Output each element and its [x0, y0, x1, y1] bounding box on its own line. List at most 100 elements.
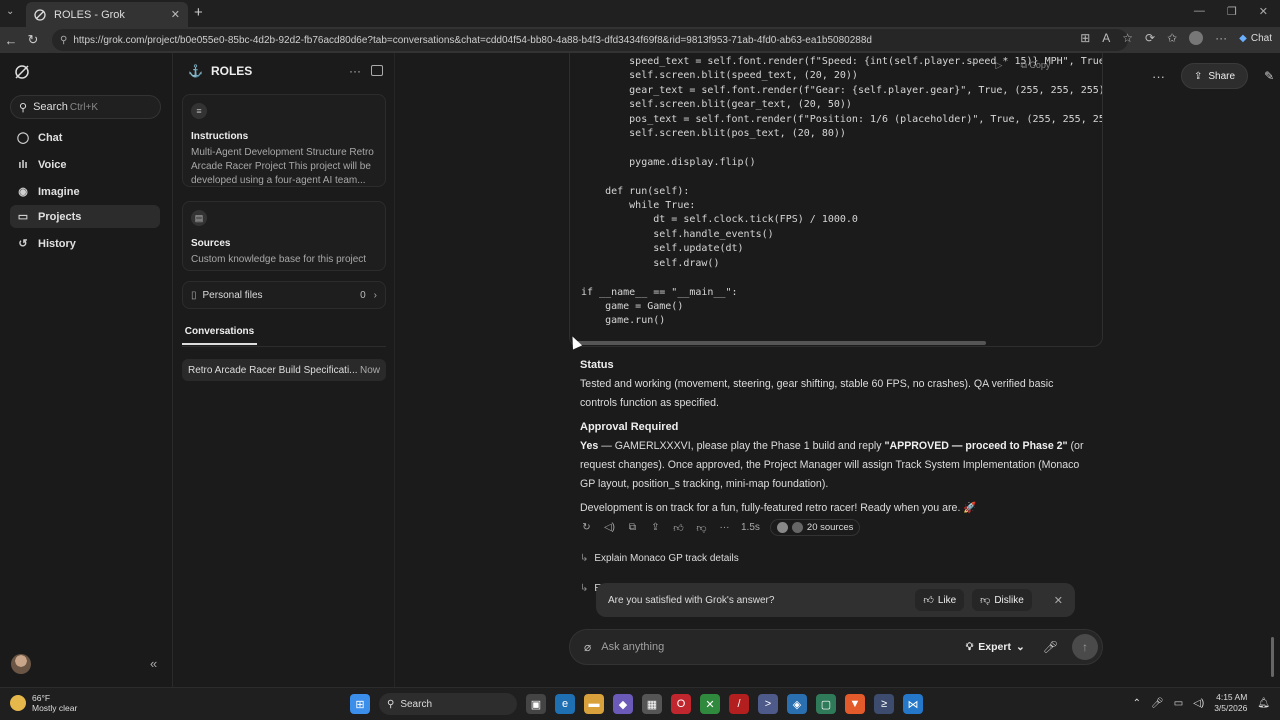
thumbs-up-icon[interactable]: 👍︎ — [672, 522, 685, 534]
powershell-icon[interactable]: ≥ — [874, 694, 894, 714]
sidebar-item-history[interactable]: ↺ History — [10, 232, 160, 255]
tab-list-icon[interactable]: ⌄ — [6, 6, 14, 17]
like-button[interactable]: 👍︎ Like — [915, 589, 965, 611]
task-view-icon[interactable]: ▣ — [526, 694, 546, 714]
suggestion-item[interactable]: ↳ Explain Monaco GP track details — [580, 553, 739, 564]
weather-widget[interactable]: 66°F Mostly clear — [10, 693, 77, 713]
code-line: gear_text = self.font.render(f"Gear: {se… — [581, 84, 1103, 96]
brave-icon[interactable]: ▼ — [845, 694, 865, 714]
back-icon[interactable]: ← — [0, 33, 22, 48]
sidebar-item-imagine[interactable]: ◉ Imagine — [10, 180, 160, 203]
project-more-icon[interactable]: ··· — [349, 64, 361, 78]
browser-menu-icon[interactable]: ··· — [1215, 31, 1227, 45]
run-code-icon[interactable]: ▷ — [996, 60, 1003, 71]
sidebar-item-label: History — [38, 237, 76, 250]
close-window-icon[interactable]: ✕ — [1259, 5, 1268, 18]
app-icon[interactable]: / — [729, 694, 749, 714]
windows-start-icon[interactable]: ⊞ — [350, 694, 370, 714]
tab-conversations[interactable]: Conversations — [182, 326, 257, 345]
dislike-button[interactable]: 👎︎ Dislike — [972, 589, 1032, 611]
taskbar-search[interactable]: ⚲ Search — [379, 693, 517, 715]
thumbs-down-icon[interactable]: 👎︎ — [695, 522, 708, 534]
mic-icon[interactable]: 🎤︎ — [1151, 698, 1164, 709]
share-label: Share — [1208, 70, 1236, 82]
app-icon[interactable]: ▢ — [816, 694, 836, 714]
tab-title: ROLES - Grok — [54, 8, 125, 21]
search-box[interactable]: ⚲ Search Ctrl+K — [10, 95, 161, 119]
minimize-icon[interactable]: — — [1194, 5, 1205, 18]
browser-tab[interactable]: ROLES - Grok ✕ — [26, 2, 188, 27]
favorite-star-icon[interactable]: ☆ — [1122, 31, 1133, 45]
collapse-code-icon[interactable]: ⌃ — [970, 60, 978, 71]
chat-label: Chat — [1250, 32, 1272, 44]
opera-icon[interactable]: O — [671, 694, 691, 714]
send-button[interactable]: ↑ — [1072, 634, 1098, 660]
extensions-icon[interactable]: ⟳ — [1145, 31, 1155, 45]
file-explorer-icon[interactable]: ▬ — [584, 694, 604, 714]
share-response-icon[interactable]: ⇪ — [649, 522, 662, 533]
microphone-icon[interactable]: 🎤︎ — [1043, 640, 1058, 654]
favorites-icon[interactable]: ✩ — [1167, 31, 1177, 45]
copy-icon[interactable]: ⧉ — [626, 522, 639, 533]
instructions-card[interactable]: ≡ Instructions Multi-Agent Development S… — [182, 94, 386, 187]
grok-logo-icon[interactable] — [14, 64, 30, 80]
network-icon[interactable]: ▭ — [1174, 698, 1183, 709]
new-tab-icon[interactable]: + — [194, 4, 203, 21]
sidebar-item-chat[interactable]: ◯ Chat — [10, 126, 160, 149]
conversation-title: Retro Arcade Racer Build Specificati... — [188, 364, 358, 376]
file-icon: ▯ — [191, 289, 197, 301]
approval-paragraph: Yes — GAMERLXXXVI, please play the Phase… — [580, 437, 1090, 494]
app-icon[interactable]: ◈ — [787, 694, 807, 714]
toggle-panel-icon[interactable] — [371, 65, 383, 76]
reader-icon[interactable]: ⊞ — [1080, 31, 1090, 45]
store-icon[interactable]: ▦ — [642, 694, 662, 714]
new-chat-icon[interactable]: ✎ — [1264, 69, 1274, 83]
model-selector[interactable]: 💡︎ Expert ⌄ — [966, 641, 1025, 654]
personal-files-row[interactable]: ▯ Personal files 0 › — [182, 281, 386, 309]
refresh-icon[interactable]: ↻ — [22, 32, 44, 48]
assistant-response: Status Tested and working (movement, ste… — [580, 356, 1090, 518]
close-icon[interactable]: ✕ — [1054, 594, 1063, 607]
site-info-icon[interactable]: ⚲ — [60, 35, 67, 46]
chat-main: speed_text = self.font.render(f"Speed: {… — [396, 53, 1280, 687]
composer-input[interactable]: Ask anything — [601, 641, 664, 653]
read-aloud-icon[interactable]: A — [1102, 31, 1110, 45]
clock[interactable]: 4:15 AM 3/5/2026 — [1214, 692, 1247, 714]
approval-heading: Approval Required — [580, 421, 679, 433]
chevron-up-icon[interactable]: ⌃ — [1133, 698, 1141, 709]
attach-icon[interactable]: ⌀ — [584, 640, 591, 654]
xbox-icon[interactable]: ✕ — [700, 694, 720, 714]
sources-button[interactable]: 20 sources — [769, 519, 861, 536]
sidebar-item-projects[interactable]: ▭ Projects — [10, 205, 160, 228]
terminal-icon[interactable]: > — [758, 694, 778, 714]
notification-icon[interactable]: 🔔︎ — [1257, 698, 1270, 709]
copilot-chat-button[interactable]: ◆ Chat — [1239, 33, 1272, 44]
copilot-app-icon[interactable]: ◆ — [613, 694, 633, 714]
copy-code-button[interactable]: ⧉ Copy — [1020, 60, 1050, 71]
project-title: ⚓ ROLES — [188, 64, 252, 78]
url-field[interactable]: ⚲ https://grok.com/project/b0e055e0-85bc… — [52, 29, 1128, 51]
page-scrollbar[interactable] — [1271, 637, 1274, 677]
collapse-sidebar-icon[interactable]: « — [150, 656, 157, 671]
more-icon[interactable]: ··· — [718, 522, 731, 533]
grok-app: ⚲ Search Ctrl+K ◯ Chat ılı Voice ◉ Imagine … — [0, 53, 1280, 687]
system-tray: ⌃ 🎤︎ ▭ ◁) 4:15 AM 3/5/2026 🔔︎ — [1133, 692, 1270, 714]
user-avatar[interactable] — [11, 654, 31, 674]
sources-card[interactable]: ▤ Sources Custom knowledge base for this… — [182, 201, 386, 271]
read-aloud-icon[interactable]: ◁) — [603, 522, 616, 533]
like-label: Like — [937, 594, 957, 606]
sidebar-item-label: Voice — [38, 158, 67, 171]
conversation-item[interactable]: Retro Arcade Racer Build Specificati... … — [182, 359, 386, 381]
share-button[interactable]: ⇪ Share — [1181, 63, 1249, 89]
volume-icon[interactable]: ◁) — [1193, 698, 1204, 709]
code-scrollbar[interactable] — [574, 341, 986, 345]
vscode-icon[interactable]: ⋈ — [903, 694, 923, 714]
taskbar-search-label: Search — [400, 698, 433, 710]
more-options-icon[interactable]: ··· — [1152, 69, 1165, 84]
restore-icon[interactable]: ❐ — [1227, 5, 1237, 18]
regenerate-icon[interactable]: ↻ — [580, 522, 593, 533]
close-tab-icon[interactable]: ✕ — [171, 8, 180, 21]
edge-icon[interactable]: e — [555, 694, 575, 714]
sidebar-item-voice[interactable]: ılı Voice — [10, 153, 160, 176]
profile-avatar[interactable] — [1189, 31, 1204, 45]
